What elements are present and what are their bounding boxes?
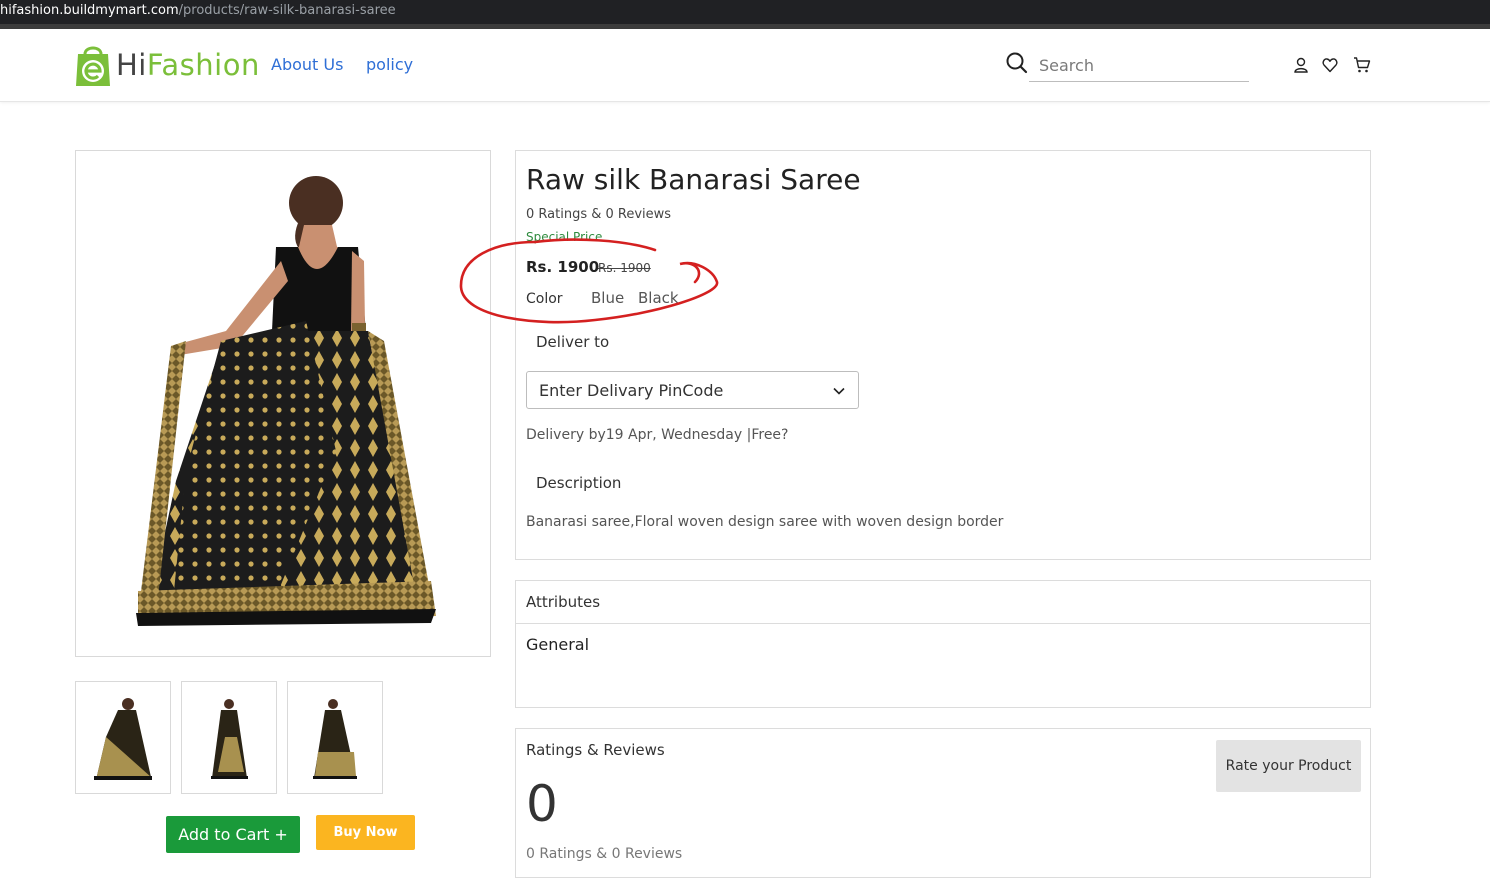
delivery-date: Delivery by19 Apr, Wednesday |Free? <box>526 427 789 443</box>
logo-wordmark: HiFashion <box>116 48 260 82</box>
attributes-card: Attributes General <box>515 580 1371 708</box>
special-price-label: Special Price <box>526 230 603 244</box>
site-header: HiFashion About Us policy <box>0 29 1490 102</box>
search-input[interactable] <box>1029 49 1249 82</box>
url-host: hifashion.buildmymart.com <box>0 3 179 18</box>
description-heading: Description <box>536 474 622 492</box>
thumbnail-image <box>211 699 248 779</box>
shopping-bag-logo-icon <box>76 46 110 86</box>
product-thumbnails <box>75 681 383 794</box>
buy-now-button[interactable]: Buy Now <box>316 815 415 850</box>
description-text: Banarasi saree,Floral woven design saree… <box>526 514 1004 530</box>
product-details-card: Raw silk Banarasi Saree 0 Ratings & 0 Re… <box>515 150 1371 560</box>
attributes-group-general: General <box>526 635 590 654</box>
product-price: Rs. 1900 <box>526 258 600 276</box>
thumbnail-1[interactable] <box>75 681 171 794</box>
ratings-summary: 0 Ratings & 0 Reviews <box>526 207 672 222</box>
average-rating: 0 <box>526 775 558 833</box>
attributes-title: Attributes <box>526 593 601 611</box>
search-icon[interactable] <box>1005 51 1029 75</box>
delivery-pincode-select[interactable]: Enter Delivary PinCode <box>526 371 859 409</box>
url-path: /products/raw-silk-banarasi-saree <box>178 3 396 18</box>
ratings-reviews-title: Ratings & Reviews <box>526 741 665 759</box>
thumbnail-image <box>94 698 152 780</box>
deliver-to-label: Deliver to <box>536 333 610 351</box>
product-main-image[interactable] <box>75 150 491 657</box>
thumbnail-2[interactable] <box>181 681 277 794</box>
rate-product-button[interactable]: Rate your Product <box>1216 740 1361 792</box>
add-to-cart-button[interactable]: Add to Cart + <box>166 816 300 853</box>
user-icon[interactable] <box>1292 56 1310 74</box>
heart-icon[interactable] <box>1321 56 1339 74</box>
thumbnail-3[interactable] <box>287 681 383 794</box>
product-title: Raw silk Banarasi Saree <box>526 163 861 196</box>
color-label: Color <box>526 291 563 307</box>
color-option-blue[interactable]: Blue <box>591 289 624 307</box>
original-price: Rs. 1900 <box>598 261 651 275</box>
pincode-placeholder: Enter Delivary PinCode <box>539 381 724 400</box>
nav-policy-link[interactable]: policy <box>366 55 413 74</box>
ratings-reviews-summary: 0 Ratings & 0 Reviews <box>526 846 683 862</box>
saree-model-image <box>136 176 436 626</box>
attributes-header: Attributes <box>516 581 1370 624</box>
ratings-reviews-card: Ratings & Reviews Rate your Product 0 0 … <box>515 728 1371 878</box>
cart-icon[interactable] <box>1353 56 1371 74</box>
nav-about-us-link[interactable]: About Us <box>271 55 343 74</box>
color-option-black[interactable]: Black <box>638 289 679 307</box>
browser-url-bar[interactable]: hifashion.buildmymart.com/products/raw-s… <box>0 0 1490 24</box>
search-box <box>1005 49 1250 83</box>
thumbnail-image <box>313 699 357 779</box>
site-logo[interactable]: HiFashion <box>74 41 260 89</box>
chevron-down-icon <box>833 387 845 395</box>
